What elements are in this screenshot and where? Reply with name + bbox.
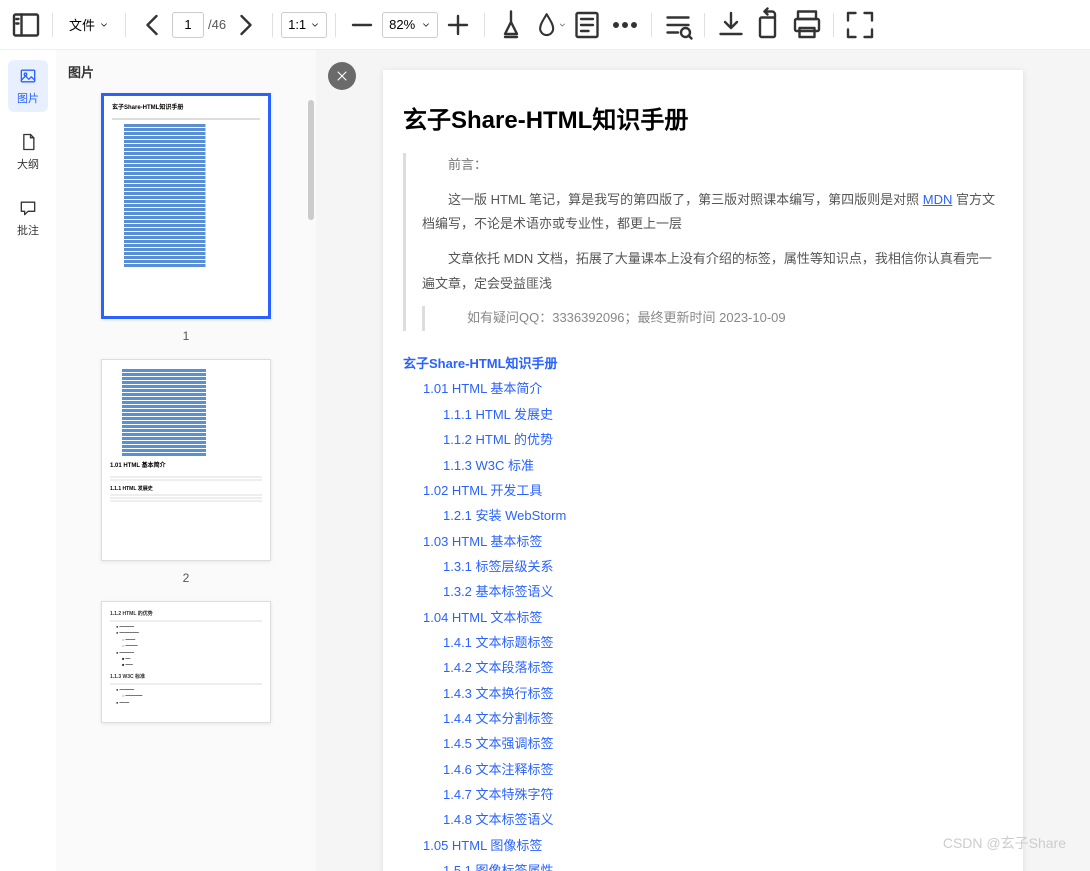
side-tabs: 图片 大纲 批注 (0, 50, 56, 871)
rotate-button[interactable] (751, 7, 787, 43)
toc-entry[interactable]: 1.4.2 文本段落标签 (403, 655, 1003, 680)
thumbnail-page-3[interactable]: 1.1.2 HTML 的优势 ● ━━━━━━ ● ━━━━━━━━ ○ ━━━… (101, 601, 271, 723)
panel-scrollbar[interactable] (308, 100, 314, 220)
toc-entry[interactable]: 1.02 HTML 开发工具 (403, 478, 1003, 503)
thumbnail-page-2[interactable]: 1.01 HTML 基本简介 1.1.1 HTML 发展史 (101, 359, 271, 561)
toc-entry[interactable]: 1.2.1 安装 WebStorm (403, 503, 1003, 528)
toc-entry[interactable]: 1.4.1 文本标题标签 (403, 630, 1003, 655)
preface-block: 前言： 这一版 HTML 笔记，算是我写的第四版了，第三版对照课本编写，第四版则… (403, 153, 1003, 331)
watermark: CSDN @玄子Share (943, 833, 1066, 853)
zoom-level-select[interactable]: 82% (382, 12, 438, 38)
toc-entry[interactable]: 玄子Share-HTML知识手册 (403, 351, 1003, 376)
comment-icon (18, 198, 38, 218)
sidebar-toggle-button[interactable] (8, 7, 44, 43)
thumb-subheading: 1.1.1 HTML 发展史 (110, 485, 262, 493)
thumbnail-panel: 图片 玄子Share-HTML知识手册 1 1.01 HTML 基本简介 1.1… (56, 50, 316, 871)
panel-title: 图片 (68, 62, 304, 81)
document-page: 玄子Share-HTML知识手册 前言： 这一版 HTML 笔记，算是我写的第四… (383, 70, 1023, 871)
toc-entry[interactable]: 1.04 HTML 文本标签 (403, 605, 1003, 630)
thumb-title-text: 玄子Share-HTML知识手册 (112, 104, 260, 114)
close-icon (334, 68, 350, 84)
preface-note: 如有疑问QQ：3336392096；最终更新时间 2023-10-09 (422, 306, 1003, 331)
toc-entry[interactable]: 1.1.2 HTML 的优势 (403, 427, 1003, 452)
text-tool-button[interactable] (569, 7, 605, 43)
thumb-page-number: 1 (68, 329, 304, 343)
toc-entry[interactable]: 1.03 HTML 基本标签 (403, 529, 1003, 554)
file-menu[interactable]: 文件 (61, 15, 117, 34)
thumb-heading: 1.1.3 W3C 标准 (110, 673, 262, 681)
ink-tool-button[interactable] (531, 7, 567, 43)
toc-entry[interactable]: 1.4.8 文本标签语义 (403, 807, 1003, 832)
thumb-heading: 1.01 HTML 基本简介 (110, 462, 262, 472)
zoom-out-button[interactable] (344, 7, 380, 43)
prev-page-button[interactable] (134, 7, 170, 43)
page-number-input[interactable] (172, 12, 204, 38)
tab-annotations[interactable]: 批注 (8, 192, 48, 244)
doc-title: 玄子Share-HTML知识手册 (403, 100, 1003, 135)
document-icon (18, 132, 38, 152)
toc-entry[interactable]: 1.3.2 基本标签语义 (403, 579, 1003, 604)
toc-entry[interactable]: 1.01 HTML 基本简介 (403, 376, 1003, 401)
toc-entry[interactable]: 1.05 HTML 图像标签 (403, 833, 1003, 858)
thumb-heading: 1.1.2 HTML 的优势 (110, 610, 262, 618)
tab-images[interactable]: 图片 (8, 60, 48, 112)
tab-label: 图片 (17, 90, 39, 106)
more-tools-button[interactable] (607, 7, 643, 43)
preface-label: 前言： (422, 153, 1003, 178)
viewer-scroll-area[interactable]: 玄子Share-HTML知识手册 前言： 这一版 HTML 笔记，算是我写的第四… (316, 50, 1090, 871)
tab-outline[interactable]: 大纲 (8, 126, 48, 178)
table-of-contents: 玄子Share-HTML知识手册1.01 HTML 基本简介1.1.1 HTML… (403, 351, 1003, 871)
toc-entry[interactable]: 1.5.1 图像标签属性 (403, 858, 1003, 871)
main-area: 图片 大纲 批注 图片 玄子Share-HTML知识手册 1 1.01 HTML… (0, 50, 1090, 871)
tab-label: 大纲 (17, 156, 39, 172)
thumbnail-page-1[interactable]: 玄子Share-HTML知识手册 (101, 93, 271, 319)
zoom-in-button[interactable] (440, 7, 476, 43)
page-total-label: /46 (208, 17, 226, 32)
print-button[interactable] (789, 7, 825, 43)
toc-entry[interactable]: 1.4.5 文本强调标签 (403, 731, 1003, 756)
toc-entry[interactable]: 1.4.4 文本分割标签 (403, 706, 1003, 731)
search-button[interactable] (660, 7, 696, 43)
document-viewer: 玄子Share-HTML知识手册 前言： 这一版 HTML 笔记，算是我写的第四… (316, 50, 1090, 871)
toc-entry[interactable]: 1.1.3 W3C 标准 (403, 453, 1003, 478)
download-button[interactable] (713, 7, 749, 43)
image-icon (18, 66, 38, 86)
toc-entry[interactable]: 1.1.1 HTML 发展史 (403, 402, 1003, 427)
tab-label: 批注 (17, 222, 39, 238)
thumb-page-number: 2 (68, 571, 304, 585)
mdn-link[interactable]: MDN (923, 192, 953, 207)
fullscreen-button[interactable] (842, 7, 878, 43)
toc-entry[interactable]: 1.4.3 文本换行标签 (403, 681, 1003, 706)
highlight-tool-button[interactable] (493, 7, 529, 43)
preface-paragraph: 这一版 HTML 笔记，算是我写的第四版了，第三版对照课本编写，第四版则是对照 … (422, 188, 1003, 237)
fit-mode-select[interactable]: 1:1 (281, 12, 327, 38)
toc-entry[interactable]: 1.4.7 文本特殊字符 (403, 782, 1003, 807)
toc-entry[interactable]: 1.3.1 标签层级关系 (403, 554, 1003, 579)
toolbar: 文件 /46 1:1 82% (0, 0, 1090, 50)
next-page-button[interactable] (228, 7, 264, 43)
toc-entry[interactable]: 1.4.6 文本注释标签 (403, 757, 1003, 782)
close-panel-button[interactable] (328, 62, 356, 90)
preface-paragraph: 文章依托 MDN 文档，拓展了大量课本上没有介绍的标签，属性等知识点，我相信你认… (422, 247, 1003, 296)
